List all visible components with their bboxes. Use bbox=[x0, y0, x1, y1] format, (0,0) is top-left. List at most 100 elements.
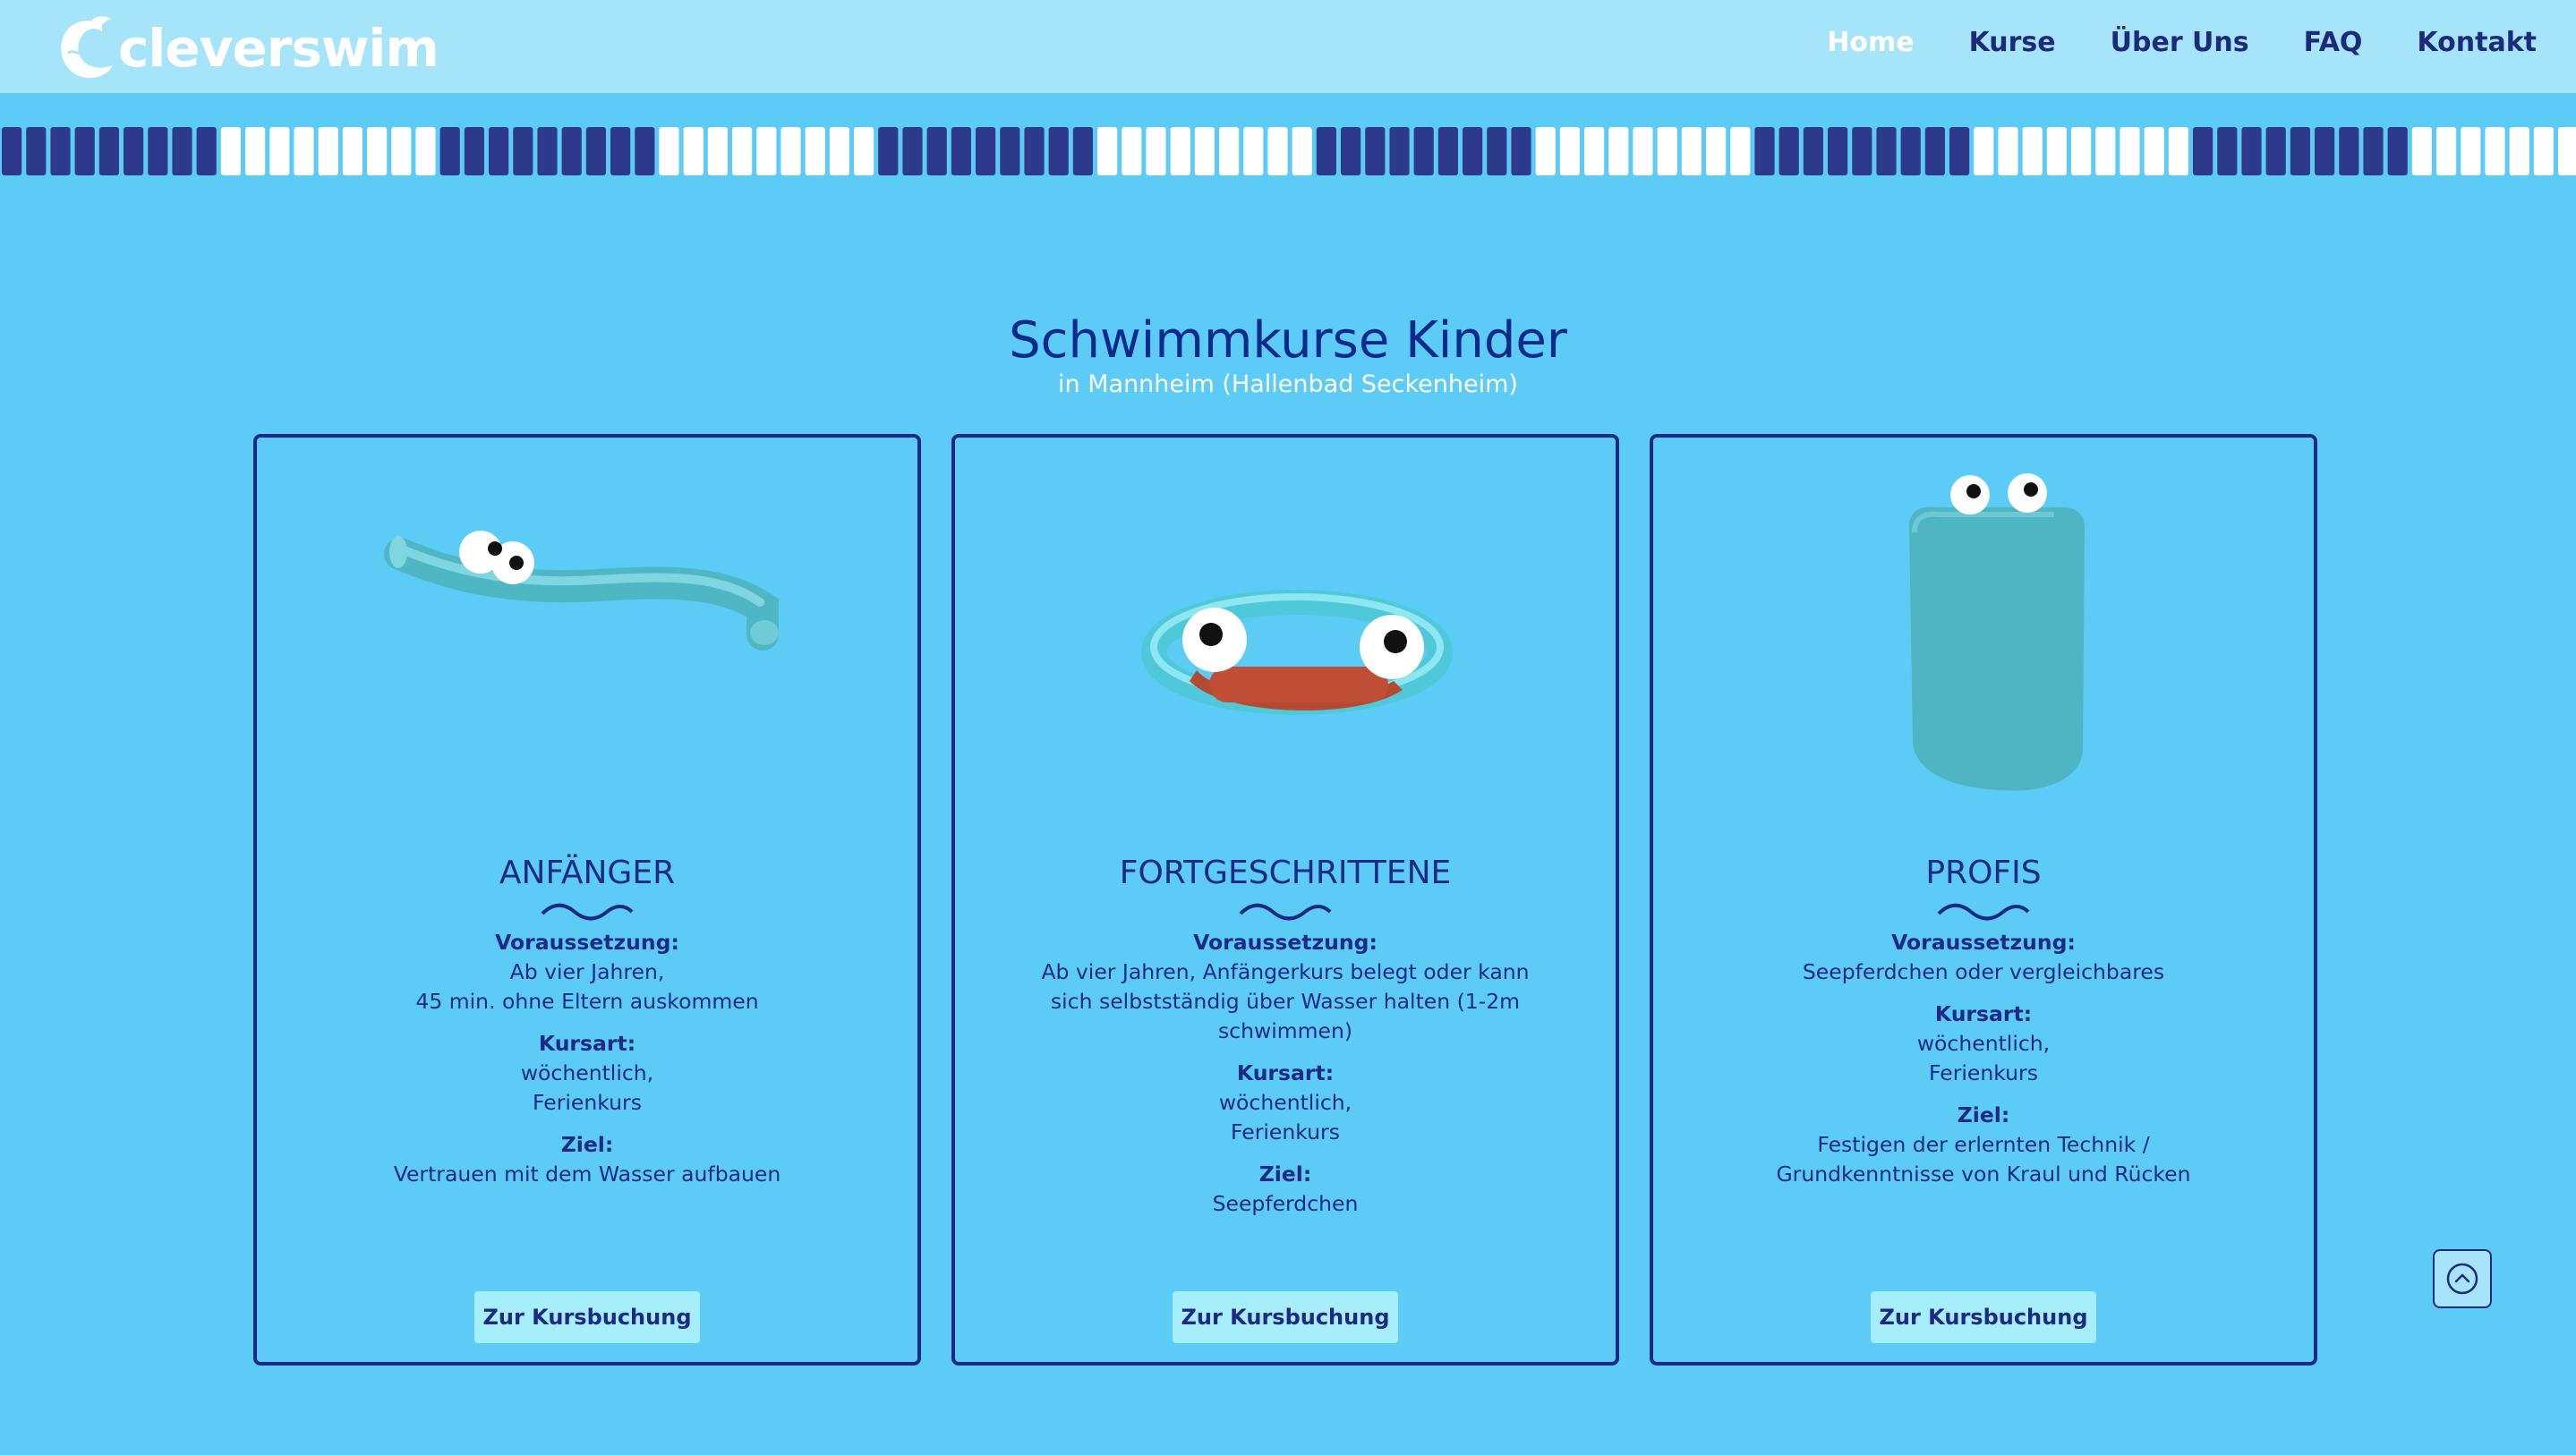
lane-float bbox=[1048, 127, 1069, 175]
wave-icon bbox=[541, 903, 634, 921]
lane-float bbox=[1852, 127, 1872, 175]
lane-float bbox=[2, 127, 22, 175]
lane-float bbox=[1535, 127, 1556, 175]
lane-float bbox=[976, 127, 996, 175]
lane-float bbox=[1487, 127, 1507, 175]
nav-home[interactable]: Home bbox=[1827, 27, 1914, 58]
lane-float bbox=[1657, 127, 1677, 175]
info-line: wöchentlich, bbox=[1916, 1031, 2051, 1056]
info-line: Seepferdchen bbox=[1212, 1191, 1359, 1216]
lane-float bbox=[585, 127, 606, 175]
lane-float bbox=[1194, 127, 1215, 175]
lane-float bbox=[2022, 127, 2043, 175]
lane-float bbox=[1681, 127, 1702, 175]
nav-kontakt[interactable]: Kontakt bbox=[2417, 27, 2537, 58]
info-line: sich selbstständig über Wasser halten (1… bbox=[1050, 989, 1521, 1014]
dolphin-logo-icon bbox=[61, 16, 113, 79]
lane-float bbox=[2144, 127, 2164, 175]
lane-float bbox=[74, 127, 95, 175]
lane-float bbox=[2168, 127, 2188, 175]
lane-float bbox=[318, 127, 338, 175]
nav-ueber-uns[interactable]: Über Uns bbox=[2111, 27, 2249, 58]
wave-icon bbox=[1239, 903, 1332, 921]
lane-float bbox=[1706, 127, 1727, 175]
lane-float bbox=[2095, 127, 2116, 175]
site-header: cleverswim Home Kurse Über Uns FAQ Konta… bbox=[0, 0, 2576, 93]
info-line: Ferienkurs bbox=[1929, 1060, 2038, 1085]
lane-float bbox=[1778, 127, 1799, 175]
lane-float bbox=[2315, 127, 2335, 175]
lane-float bbox=[659, 127, 679, 175]
page-subtitle: in Mannheim (Hallenbad Seckenheim) bbox=[1058, 370, 1518, 398]
lane-float bbox=[2461, 127, 2481, 175]
lane-float bbox=[2533, 127, 2554, 175]
nav-kurse[interactable]: Kurse bbox=[1969, 27, 2056, 58]
main-nav: Home Kurse Über Uns FAQ Kontakt bbox=[1772, 27, 2537, 58]
lane-float bbox=[537, 127, 558, 175]
lane-float bbox=[415, 127, 436, 175]
info-line: Grundkenntnisse von Kraul und Rücken bbox=[1776, 1161, 2191, 1187]
lane-float bbox=[1949, 127, 1970, 175]
lane-float bbox=[391, 127, 412, 175]
lane-float bbox=[1341, 127, 1361, 175]
info-label: Kursart: bbox=[538, 1031, 636, 1056]
lane-float bbox=[50, 127, 71, 175]
chevron-up-circle-icon bbox=[2446, 1263, 2478, 1295]
lane-float bbox=[245, 127, 266, 175]
booking-button[interactable]: Zur Kursbuchung bbox=[1871, 1291, 2096, 1343]
info-label: Voraussetzung: bbox=[1891, 930, 2076, 955]
info-label: Ziel: bbox=[1957, 1102, 2010, 1127]
lane-float bbox=[439, 127, 460, 175]
lane-float bbox=[854, 127, 874, 175]
lane-float bbox=[342, 127, 363, 175]
lane-float bbox=[172, 127, 192, 175]
lane-float bbox=[1365, 127, 1386, 175]
lane-float bbox=[1316, 127, 1336, 175]
lane-float bbox=[220, 127, 241, 175]
lane-float bbox=[780, 127, 801, 175]
lane-float bbox=[1463, 127, 1483, 175]
lane-float bbox=[926, 127, 947, 175]
lane-float bbox=[1828, 127, 1848, 175]
lane-float bbox=[1097, 127, 1118, 175]
lane-float bbox=[196, 127, 217, 175]
lane-float bbox=[2241, 127, 2262, 175]
lane-float bbox=[1998, 127, 2018, 175]
logo[interactable]: cleverswim bbox=[55, 13, 439, 84]
booking-button[interactable]: Zur Kursbuchung bbox=[1173, 1291, 1398, 1343]
lane-float bbox=[124, 127, 144, 175]
scroll-to-top-button[interactable] bbox=[2433, 1249, 2492, 1308]
info-line: Vertrauen mit dem Wasser aufbauen bbox=[393, 1161, 781, 1187]
lane-float bbox=[1754, 127, 1775, 175]
info-line: Seepferdchen oder vergleichbares bbox=[1802, 959, 2165, 984]
lane-float bbox=[1389, 127, 1410, 175]
lane-float bbox=[2509, 127, 2529, 175]
info-line: wöchentlich, bbox=[520, 1060, 654, 1085]
lane-float bbox=[1584, 127, 1605, 175]
course-card-fortgeschrittene: FORTGESCHRITTENE Voraussetzung: Ab vier … bbox=[951, 434, 1619, 1366]
card-info: Voraussetzung: Seepferdchen oder verglei… bbox=[1689, 928, 2278, 1202]
swim-ring-illustration bbox=[1141, 590, 1453, 715]
card-info: Voraussetzung: Ab vier Jahren, 45 min. oh… bbox=[293, 928, 882, 1202]
lane-float bbox=[1219, 127, 1240, 175]
info-line: Ferienkurs bbox=[1231, 1119, 1340, 1144]
lane-float bbox=[610, 127, 631, 175]
lane-float bbox=[878, 127, 899, 175]
lane-float bbox=[635, 127, 655, 175]
lane-float bbox=[1974, 127, 1994, 175]
lane-float bbox=[2290, 127, 2310, 175]
info-line: wöchentlich, bbox=[1218, 1090, 1352, 1115]
lane-float bbox=[489, 127, 509, 175]
lane-float bbox=[1170, 127, 1190, 175]
lane-float bbox=[1803, 127, 1823, 175]
lane-float bbox=[707, 127, 728, 175]
nav-faq[interactable]: FAQ bbox=[2304, 27, 2363, 58]
lane-divider-decoration bbox=[2, 127, 2576, 175]
lane-float bbox=[1267, 127, 1288, 175]
booking-button[interactable]: Zur Kursbuchung bbox=[474, 1291, 700, 1343]
card-title: ANFÄNGER bbox=[499, 855, 676, 891]
lane-float bbox=[1024, 127, 1045, 175]
lane-float bbox=[2193, 127, 2213, 175]
logo-text: cleverswim bbox=[118, 18, 439, 79]
kickboard-illustration bbox=[1909, 473, 2085, 791]
